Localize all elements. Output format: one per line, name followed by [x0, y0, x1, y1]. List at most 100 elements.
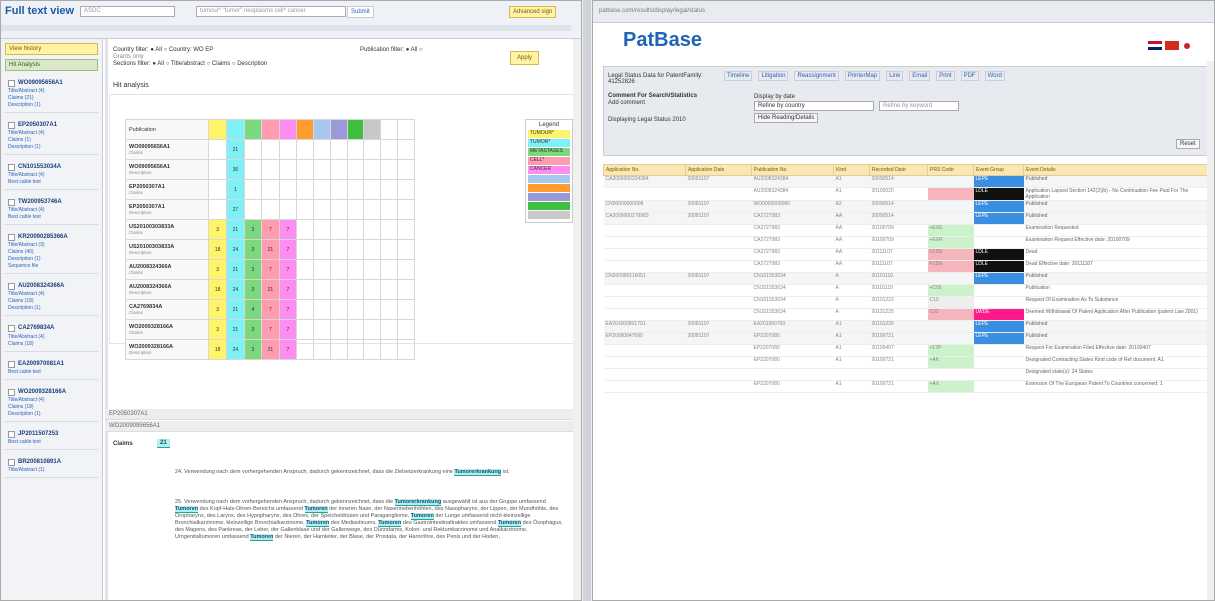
table-row[interactable]: EP2207080 A1 20100407 +17P Request For Exami… [603, 344, 1212, 357]
doc-checkbox[interactable] [8, 234, 15, 242]
hit-row[interactable]: WO09095656A1 Description 36 [124, 159, 415, 180]
doc-section-link[interactable]: Best cable text [8, 179, 95, 186]
display-legal-status-checkbox[interactable]: Displaying Legal Status 2010 [608, 117, 686, 123]
tool-button-1[interactable]: Litigation [758, 71, 789, 81]
doc-section-link[interactable]: Claims (40) [8, 249, 95, 256]
hit-analysis-button[interactable]: Hit Analysis [5, 59, 98, 71]
doc-section-link[interactable]: Best cable text [8, 214, 95, 221]
doc-list-item[interactable]: EA200970081A1 Best cable text [5, 358, 98, 380]
table-row[interactable]: Designated state(s): 24 States [603, 368, 1212, 381]
uk-flag-icon[interactable] [1148, 41, 1162, 50]
hit-row[interactable]: WO09095656A1 Claims 21 [124, 139, 415, 160]
table-row[interactable]: CA2009000324384 20081107 AU2008324384 A1 200… [603, 175, 1212, 188]
column-header[interactable]: Event Group [973, 164, 1024, 176]
hit-pub-cell[interactable]: US20100303833A Claims [124, 219, 210, 240]
japan-flag-icon[interactable] [1184, 43, 1190, 49]
view-history-button[interactable]: View history [5, 43, 98, 55]
doc-list-item[interactable]: JP2011507253 Best cable text [5, 428, 98, 450]
doc-section-link[interactable]: Claims (18) [8, 404, 95, 411]
country-filter[interactable]: Country filter: ● All ○ Country: WO EP [113, 47, 213, 53]
doc-section-link[interactable]: Title/Abstract (4) [8, 172, 95, 179]
tool-button-6[interactable]: Print [936, 71, 955, 81]
add-comment-link[interactable]: Add comment [608, 100, 645, 106]
hit-pub-cell[interactable]: WO09095656A1 Description [124, 159, 210, 180]
column-header[interactable]: Application No. [603, 164, 686, 176]
address-bar[interactable]: patbase.com/results/display/legal/status [593, 1, 1214, 23]
doc-section-link[interactable]: Best cable text [8, 369, 95, 376]
doc-section-link[interactable]: Title/Abstract (3) [8, 242, 95, 249]
table-row[interactable]: CA2727983 AA 20111107 FZDE LDLE Dead Effectiv… [603, 260, 1212, 273]
doc-list-item[interactable]: EP2050307A1 Title/Abstract (4) Claims (1) … [5, 119, 98, 156]
doc-section-link[interactable]: Title/Abstract (1) [8, 467, 95, 474]
doc-number[interactable]: EA200970081A1 [18, 361, 64, 367]
apply-button[interactable]: Apply [510, 51, 540, 65]
doc-checkbox[interactable] [8, 430, 15, 438]
hit-row[interactable]: EP2050307A1 Claims 1 [124, 179, 415, 200]
doc-checkbox[interactable] [8, 325, 15, 333]
doc-section-link[interactable]: Title/Abstract (4) [8, 291, 95, 298]
right-vertical-scrollbar[interactable] [1207, 61, 1214, 600]
doc-section-link[interactable]: Description (1) [8, 305, 95, 312]
doc-list-item[interactable]: WO09095656A1 Title/Abstract (4) Claims (21… [5, 77, 98, 114]
hit-pub-cell[interactable]: WO2009328166A Description [124, 339, 210, 360]
submit-button[interactable]: Submit [347, 6, 374, 18]
grants-only[interactable]: Grants only [113, 54, 144, 60]
table-row[interactable]: EP2207080 A1 20100721 +AK Designated Contrac… [603, 356, 1212, 369]
table-row[interactable]: CA2727983 AA 20100709 +EXR Examination Reque… [603, 236, 1212, 249]
hit-pub-cell[interactable]: EP2050307A1 Claims [124, 179, 210, 200]
doc-list-item[interactable]: TW200953746A Title/Abstract (4) Best cable… [5, 196, 98, 226]
left-vertical-scrollbar[interactable] [573, 39, 581, 600]
tool-button-5[interactable]: Email [909, 71, 931, 81]
doc-section-link[interactable]: Description (1) [8, 102, 95, 109]
doc-checkbox[interactable] [8, 388, 15, 396]
table-row[interactable]: CN101553034 A 20101110 +C05 Publication [603, 284, 1212, 297]
doc-section-link[interactable]: Claims (18) [8, 298, 95, 305]
doc-number[interactable]: CN101553034A [18, 164, 61, 170]
table-row[interactable]: CN200980116051 20081107 CN101553034 A 201011… [603, 272, 1212, 285]
doc-number[interactable]: AU2008324366A [18, 283, 64, 289]
hit-pub-cell[interactable]: AU2008324366A Description [124, 279, 210, 300]
advanced-sign-button[interactable]: Advanced sign [509, 6, 557, 18]
column-header[interactable]: PRS Code [927, 164, 974, 176]
doc-checkbox[interactable] [8, 199, 15, 207]
table-row[interactable]: CN101553034 A 20131225 C02 LWDE Deemed Withdr… [603, 308, 1212, 321]
hit-row[interactable]: WO2009328166A Description 18 24 3 21 7 [124, 339, 415, 360]
doc-number[interactable]: WO2009328166A [18, 389, 66, 395]
result-stripe-wo[interactable]: WO2009095656A1 [105, 421, 581, 432]
doc-section-link[interactable]: Title/Abstract (4) [8, 397, 95, 404]
table-row[interactable]: CA2727983 AA 20100709 +EXE Examination Reque… [603, 224, 1212, 237]
doc-list-item[interactable]: CN101553034A Title/Abstract (4) Best cable… [5, 161, 98, 191]
doc-section-link[interactable]: Title/Abstract (4) [8, 334, 95, 341]
table-row[interactable]: CA2727983 AA 20111107 FZDE LDLE Dead [603, 248, 1212, 261]
hit-pub-cell[interactable]: AU2008324366A Claims [124, 259, 210, 280]
tool-button-3[interactable]: PrinterMap [844, 71, 881, 81]
doc-section-link[interactable]: Claims (1) [8, 137, 95, 144]
column-header[interactable]: Application Date [685, 164, 752, 176]
table-row[interactable]: CN101553034 A 20101222 C10 Request Of Examin… [603, 296, 1212, 309]
doc-section-link[interactable]: Claims (18) [8, 341, 95, 348]
sections-filter[interactable]: Sections filter: ● All ○ Title/abstract … [113, 61, 267, 67]
tool-button-2[interactable]: Reassignment [794, 71, 839, 81]
doc-number[interactable]: BR200810891A [18, 459, 61, 465]
doc-list-item[interactable]: CA2769834A Title/Abstract (4) Claims (18) [5, 322, 98, 352]
table-row[interactable]: CA2009000279983 20081107 CA2727983 AA 200905… [603, 212, 1212, 225]
doc-number[interactable]: WO09095656A1 [18, 80, 63, 86]
doc-number[interactable]: EP2050307A1 [18, 122, 57, 128]
doc-checkbox[interactable] [8, 283, 15, 291]
column-header[interactable]: Recorded Date [869, 164, 928, 176]
doc-number[interactable]: CA2769834A [18, 325, 54, 331]
doc-number[interactable]: KR20090285366A [18, 234, 68, 240]
tool-button-0[interactable]: Timeline [724, 71, 753, 81]
doc-checkbox[interactable] [8, 458, 15, 466]
doc-list-item[interactable]: AU2008324366A Title/Abstract (4) Claims (1… [5, 280, 98, 317]
publication-filter[interactable]: Publication filter: ● All ○ [360, 47, 423, 53]
doc-checkbox[interactable] [8, 360, 15, 368]
doc-checkbox[interactable] [8, 164, 15, 172]
column-header[interactable]: Publication No. [751, 164, 834, 176]
hit-row[interactable]: AU2008324366A Description 18 24 3 21 7 [124, 279, 415, 300]
doc-number[interactable]: JP2011507253 [18, 431, 58, 437]
result-stripe-ep[interactable]: EP2050307A1 [105, 409, 581, 420]
column-header[interactable]: Kind [833, 164, 870, 176]
hit-pub-cell[interactable]: WO2009328166A Claims [124, 319, 210, 340]
doc-number[interactable]: TW200953746A [18, 199, 62, 205]
